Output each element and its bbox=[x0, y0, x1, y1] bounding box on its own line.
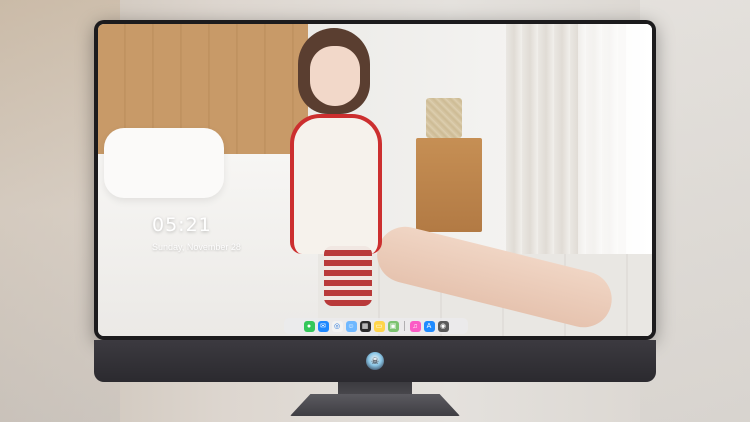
imac-monitor: 05:21 Sunday, November 28 ● ✉ ◎ ☺ ▦ ▭ ▣ ♫ A ◉ ☠ bbox=[94, 20, 656, 416]
dock-separator bbox=[403, 321, 405, 331]
monitor-chin: ☠ bbox=[94, 340, 656, 382]
wallpaper-side-table bbox=[416, 138, 482, 232]
music-icon[interactable]: ♫ bbox=[409, 320, 421, 332]
notes-icon[interactable]: ▭ bbox=[373, 320, 385, 332]
alien-logo-icon: ☠ bbox=[366, 352, 384, 370]
wallpaper-basket bbox=[426, 98, 462, 138]
dock: ● ✉ ◎ ☺ ▦ ▭ ▣ ♫ A ◉ bbox=[284, 318, 468, 334]
photos-icon[interactable]: ▣ bbox=[387, 320, 399, 332]
mail-icon[interactable]: ✉ bbox=[317, 320, 329, 332]
monitor-stand-base bbox=[290, 394, 460, 416]
messages-icon[interactable]: ● bbox=[303, 320, 315, 332]
lockscreen-clock: 05:21 bbox=[152, 214, 212, 236]
finder-icon[interactable]: ☺ bbox=[345, 320, 357, 332]
monitor-bezel: 05:21 Sunday, November 28 ● ✉ ◎ ☺ ▦ ▭ ▣ ♫ A ◉ bbox=[94, 20, 656, 340]
background-right bbox=[640, 0, 750, 422]
claquette-icon[interactable]: ▦ bbox=[359, 320, 371, 332]
camera-icon[interactable]: ◉ bbox=[437, 320, 449, 332]
monitor-stand-neck bbox=[338, 382, 412, 396]
wallpaper-plaid-shirt bbox=[324, 246, 372, 306]
wallpaper-pillow bbox=[104, 128, 224, 198]
app-store-icon[interactable]: A bbox=[423, 320, 435, 332]
wallpaper-person-torso bbox=[290, 114, 382, 254]
safari-icon[interactable]: ◎ bbox=[331, 320, 343, 332]
wallpaper-person-face bbox=[310, 46, 360, 106]
lockscreen-date: Sunday, November 28 bbox=[152, 242, 241, 252]
screen[interactable]: 05:21 Sunday, November 28 ● ✉ ◎ ☺ ▦ ▭ ▣ ♫ A ◉ bbox=[98, 24, 652, 336]
